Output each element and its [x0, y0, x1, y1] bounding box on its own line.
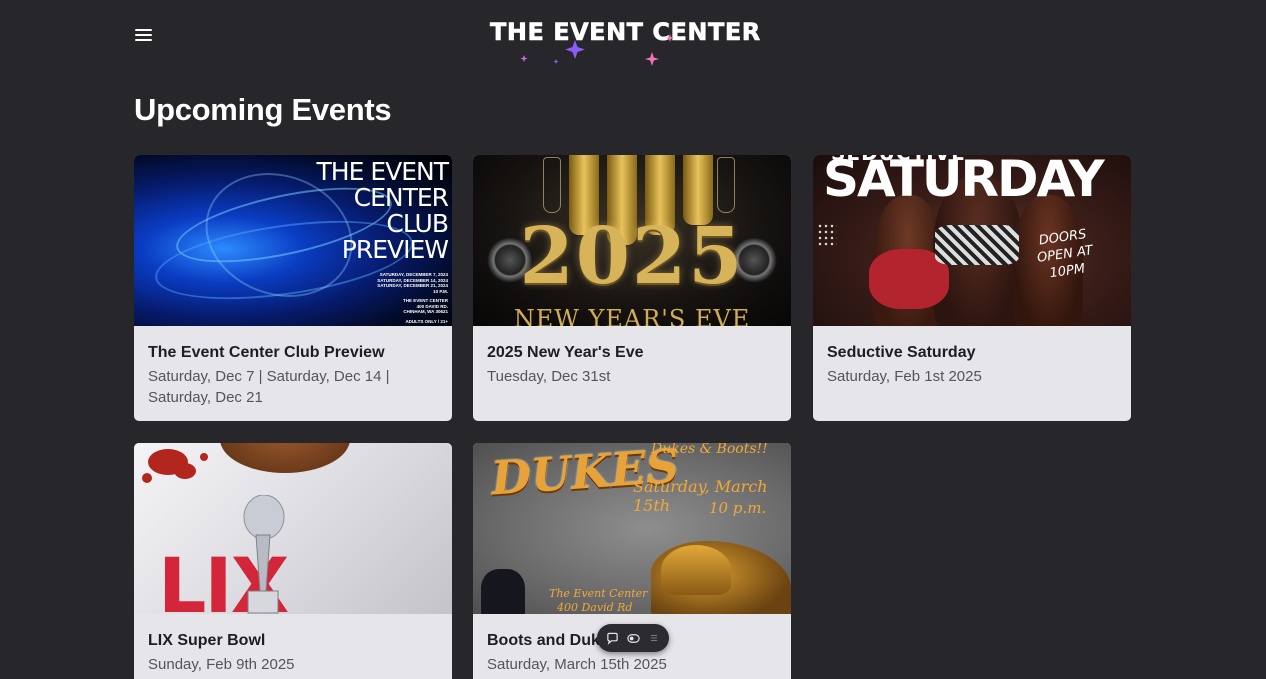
menu-bar [135, 39, 152, 41]
site-header: THE EVENT CENTER [0, 0, 1266, 80]
event-poster-image: SEDUCTIVE SATURDAY DOORS OPEN AT 10PM [813, 155, 1131, 326]
hamburger-menu-button[interactable] [134, 26, 154, 44]
poster-subtitle: NEW YEAR'S EVE [513, 305, 751, 326]
toggle-button[interactable] [626, 631, 640, 645]
event-title[interactable]: The Event Center Club Preview [148, 343, 438, 363]
poster-line: PREVIEW [341, 235, 449, 264]
poster-details: SATURDAY, DECEMBER 7, 2024 SATURDAY, DEC… [377, 272, 448, 324]
sparkle-pink-large [645, 52, 659, 66]
poster-top-text: Dukes & Boots!! [651, 443, 768, 457]
event-date: Saturday, Dec 7 | Saturday, Dec 14 | Sat… [148, 368, 390, 406]
event-card-new-years-eve[interactable]: 2025 NEW YEAR'S EVE 2025 New Year's Eve … [473, 155, 791, 421]
event-card-super-bowl[interactable]: LIX LIX Super Bowl Sunday, Feb 9th 2025 [134, 443, 452, 679]
event-poster-image: DUKES Dukes & Boots!! Saturday, March 15… [473, 443, 791, 614]
poster-title: SATURDAY [823, 155, 1105, 208]
trophy-icon [243, 495, 285, 614]
event-title[interactable]: LIX Super Bowl [148, 631, 438, 651]
event-poster-image: 2025 NEW YEAR'S EVE [473, 155, 791, 326]
poster-line: THE EVENT [316, 157, 449, 186]
event-date: Saturday, March 15th 2025 [487, 656, 667, 673]
poster-hat [661, 545, 731, 595]
event-date: Saturday, Feb 1st 2025 [827, 368, 982, 385]
poster-headline: THE EVENT CENTER CLUB PREVIEW [316, 157, 449, 264]
poster-glass [543, 157, 561, 213]
poster-splatter [142, 473, 152, 483]
menu-bar [135, 29, 152, 31]
poster-cat [481, 569, 525, 614]
drag-handle-icon [651, 635, 657, 641]
sparkle-tiny [553, 59, 559, 64]
poster-football [220, 443, 350, 473]
poster-time-text: 10 p.m. [709, 499, 767, 517]
poster-splatter [174, 463, 196, 479]
toggle-icon [626, 633, 640, 643]
poster-figure-dress [935, 225, 1019, 265]
event-title[interactable]: Seductive Saturday [827, 343, 1117, 363]
poster-splatter [200, 453, 208, 461]
event-title[interactable]: 2025 New Year's Eve [487, 343, 777, 363]
card-body: The Event Center Club Preview Saturday, … [134, 326, 452, 421]
poster-doors-text: DOORS OPEN AT 10PM [1036, 226, 1094, 282]
drag-handle-button[interactable] [647, 631, 661, 645]
poster-year: 2025 [519, 211, 745, 302]
page-title: Upcoming Events [134, 92, 392, 127]
menu-bar [135, 34, 152, 36]
logo-text: THE EVENT CENTER [490, 18, 761, 47]
poster-dots [817, 223, 837, 247]
site-logo[interactable]: THE EVENT CENTER [490, 18, 780, 74]
comment-icon [606, 632, 618, 645]
card-body: Seductive Saturday Saturday, Feb 1st 202… [813, 326, 1131, 401]
poster-glass [717, 157, 735, 213]
poster-line: CLUB [386, 209, 449, 238]
event-card-seductive-saturday[interactable]: SEDUCTIVE SATURDAY DOORS OPEN AT 10PM Se… [813, 155, 1131, 421]
event-poster-image: LIX [134, 443, 452, 614]
event-card-club-preview[interactable]: THE EVENT CENTER CLUB PREVIEW SATURDAY, … [134, 155, 452, 421]
sparkle-small-left [520, 55, 528, 62]
comment-button[interactable] [605, 631, 619, 645]
poster-detail: ADULTS ONLY / 21+ [405, 318, 448, 324]
event-date: Sunday, Feb 9th 2025 [148, 656, 295, 673]
card-body: 2025 New Year's Eve Tuesday, Dec 31st [473, 326, 791, 401]
card-body: LIX Super Bowl Sunday, Feb 9th 2025 [134, 614, 452, 679]
event-poster-image: THE EVENT CENTER CLUB PREVIEW SATURDAY, … [134, 155, 452, 326]
floating-toolbar [597, 624, 669, 652]
poster-line: CENTER [353, 183, 449, 212]
event-date: Tuesday, Dec 31st [487, 368, 611, 385]
poster-detail: SATURDAY, DECEMBER 7, 2024 [379, 272, 448, 277]
poster-detail: SATURDAY, DECEMBER 21, 2024 [377, 283, 448, 288]
poster-address-text: 400 David Rd [557, 601, 633, 614]
poster-venue-text: The Event Center [549, 587, 648, 600]
